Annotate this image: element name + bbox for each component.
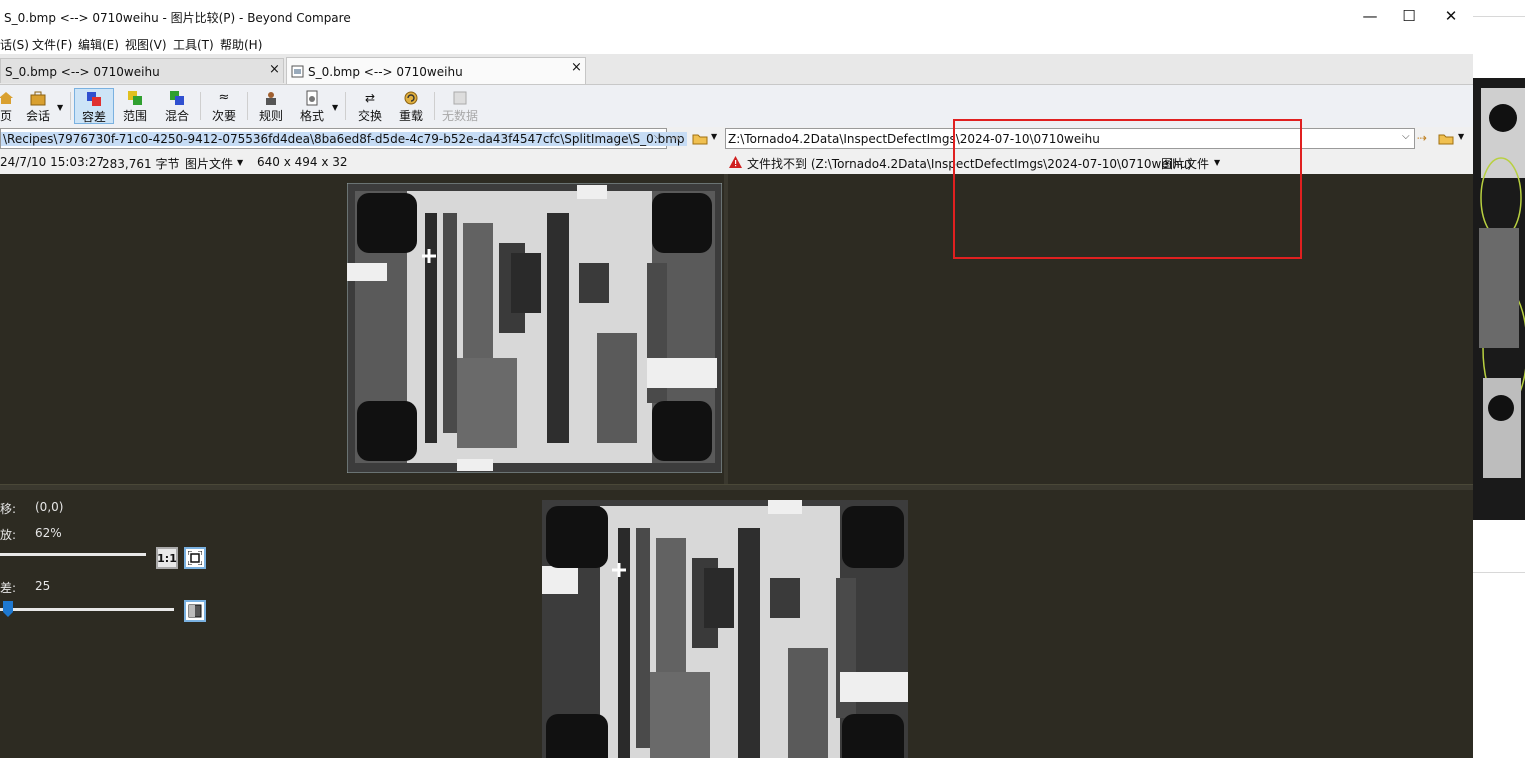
tab-close-icon[interactable]: × — [269, 62, 280, 77]
zoom-label: 放: — [0, 528, 17, 542]
reload-icon — [404, 91, 418, 105]
window-title: S_0.bmp <--> 0710weihu - 图片比较(P) - Beyon… — [4, 11, 351, 25]
toolbar-separator — [247, 92, 248, 120]
menu-tools[interactable]: 工具(T) — [173, 36, 214, 53]
minor-button[interactable]: ≈ 次要 — [204, 88, 244, 124]
toolbar-separator — [434, 92, 435, 120]
vertical-splitter[interactable] — [724, 174, 728, 484]
approx-icon: ≈ — [218, 90, 230, 105]
zoom-value: 62% — [35, 526, 62, 540]
session-dropdown-arrow-icon[interactable]: ▼ — [57, 103, 63, 112]
toolbar-separator — [200, 92, 201, 120]
nodata-icon — [453, 91, 467, 105]
go-icon[interactable]: ⇢ — [670, 131, 680, 145]
tab-bar: S_0.bmp <--> 0710weihu × S_0.bmp <--> 07… — [0, 54, 1473, 85]
tolerance-slider-thumb[interactable] — [2, 600, 14, 618]
menu-bar: 话(S) 文件(F) 编辑(E) 视图(V) 工具(T) 帮助(H) — [0, 32, 1473, 54]
folder-dropdown-arrow-icon[interactable]: ▼ — [1458, 132, 1464, 141]
left-path-text: \Recipes\7976730f-71c0-4250-9412-075536f… — [1, 132, 687, 146]
range-button[interactable]: 范围 — [115, 88, 155, 124]
zoom-slider[interactable] — [0, 553, 146, 556]
format-icon — [306, 90, 318, 106]
offset-label: 移: — [0, 502, 17, 516]
left-dimensions: 640 x 494 x 32 — [257, 155, 348, 169]
filetype-dropdown-arrow-icon[interactable]: ▼ — [237, 158, 243, 167]
format-label: 格式 — [299, 109, 324, 123]
tab-label: S_0.bmp <--> 0710weihu — [5, 65, 160, 79]
highlight-box — [953, 119, 1302, 259]
title-bar: S_0.bmp <--> 0710weihu - 图片比较(P) - Beyon… — [0, 0, 1473, 32]
chevron-down-icon[interactable]: ⌵ — [1402, 131, 1410, 142]
folder-dropdown-arrow-icon[interactable]: ▼ — [711, 132, 717, 141]
minor-label: 次要 — [211, 109, 236, 123]
tolerance-slider[interactable] — [0, 608, 174, 611]
chevron-down-icon[interactable]: ⌵ — [654, 131, 662, 142]
blend-label: 混合 — [164, 109, 189, 123]
menu-session[interactable]: 话(S) — [0, 36, 29, 53]
left-filesize: 283,761 字节 — [102, 157, 180, 171]
tab-close-icon[interactable]: × — [571, 60, 582, 75]
range-icon — [128, 91, 142, 105]
divider — [1473, 16, 1525, 17]
swap-label: 交换 — [357, 109, 382, 123]
menu-file[interactable]: 文件(F) — [32, 36, 72, 53]
referee-icon — [266, 92, 276, 105]
image-file-icon — [291, 65, 304, 78]
tolerance-value: 25 — [35, 579, 51, 593]
left-datetime: 24/7/10 15:03:27 — [0, 155, 104, 169]
diff-button[interactable]: 容差 — [74, 88, 114, 124]
menu-view[interactable]: 视图(V) — [125, 36, 167, 53]
home-icon — [0, 92, 13, 104]
menu-edit[interactable]: 编辑(E) — [78, 36, 119, 53]
reload-label: 重载 — [398, 109, 423, 123]
tolerance-color-button[interactable] — [184, 600, 206, 622]
session-button[interactable]: 会话 — [18, 88, 58, 124]
format-dropdown-arrow-icon[interactable]: ▼ — [332, 103, 338, 112]
divider — [1473, 572, 1525, 573]
fit-icon — [188, 551, 202, 565]
main-window: S_0.bmp <--> 0710weihu - 图片比较(P) - Beyon… — [0, 0, 1473, 758]
close-button[interactable]: ✕ — [1428, 0, 1473, 32]
warning-icon — [729, 156, 742, 168]
blend-button[interactable]: 混合 — [157, 88, 197, 124]
diff-label: 容差 — [81, 110, 106, 124]
reload-button[interactable]: 重载 — [391, 88, 431, 124]
offset-value: (0,0) — [35, 500, 64, 514]
folder-icon[interactable] — [1438, 132, 1454, 145]
range-label: 范围 — [122, 109, 147, 123]
menu-help[interactable]: 帮助(H) — [220, 36, 262, 53]
format-button[interactable]: 格式 — [292, 88, 332, 124]
gradient-icon — [188, 604, 202, 618]
blend-icon — [170, 91, 184, 105]
briefcase-icon — [30, 91, 46, 106]
background-image — [1473, 78, 1525, 520]
fit-to-window-button[interactable] — [184, 547, 206, 569]
tab-session-1[interactable]: S_0.bmp <--> 0710weihu × — [0, 58, 284, 83]
toolbar-separator — [345, 92, 346, 120]
left-filetype[interactable]: 图片文件 — [185, 155, 233, 172]
difference-image[interactable] — [542, 500, 908, 758]
tab-session-2[interactable]: S_0.bmp <--> 0710weihu × — [286, 57, 586, 84]
left-path-input[interactable]: \Recipes\7976730f-71c0-4250-9412-075536f… — [0, 128, 687, 149]
nodata-label: 无数据 — [441, 109, 478, 123]
rules-label: 规则 — [258, 109, 283, 123]
background-image-strip — [1473, 78, 1525, 520]
toolbar-separator — [70, 92, 71, 120]
nodata-button[interactable]: 无数据 — [440, 88, 480, 124]
maximize-button[interactable]: ☐ — [1386, 0, 1432, 32]
rules-button[interactable]: 规则 — [251, 88, 291, 124]
diff-icon — [87, 92, 101, 106]
left-image[interactable] — [347, 183, 722, 473]
swap-button[interactable]: ⇄ 交换 — [350, 88, 390, 124]
go-icon[interactable]: ⇢ — [1417, 131, 1427, 145]
tolerance-label: 差: — [0, 581, 17, 595]
folder-icon[interactable] — [692, 132, 708, 145]
swap-icon: ⇄ — [364, 91, 376, 105]
background-window — [1473, 0, 1525, 758]
tab-label: S_0.bmp <--> 0710weihu — [308, 65, 463, 79]
difference-pane: 移: (0,0) 放: 62% 1:1 差: 25 — [0, 490, 1473, 758]
zoom-1to1-button[interactable]: 1:1 — [156, 547, 178, 569]
session-label: 会话 — [25, 109, 50, 123]
